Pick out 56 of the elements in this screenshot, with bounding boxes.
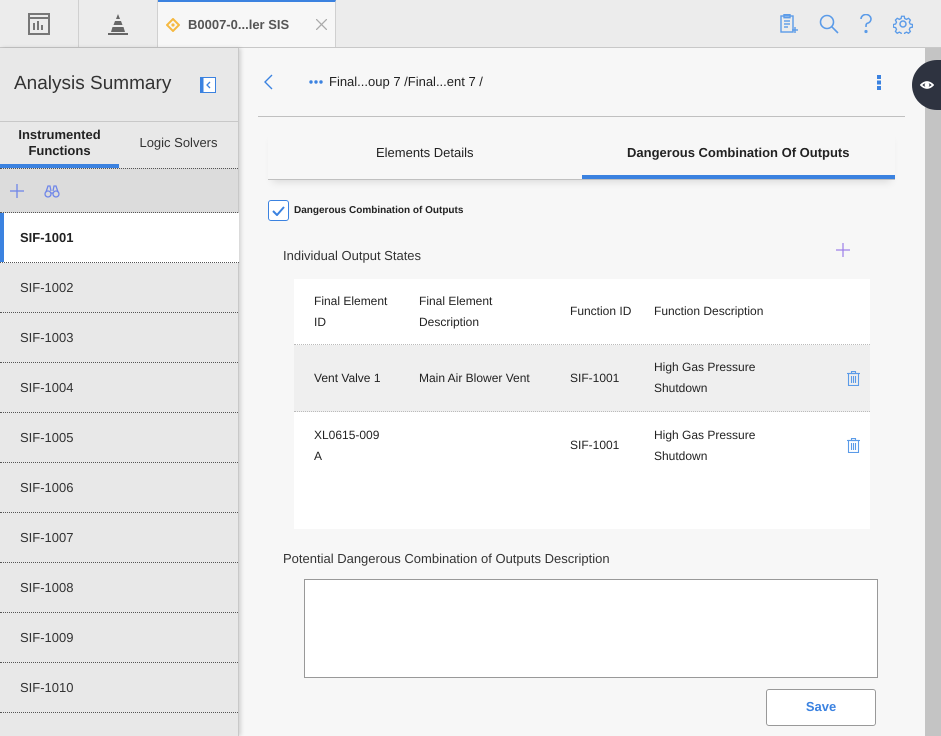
- description-field[interactable]: [304, 578, 878, 678]
- trash-icon[interactable]: [847, 370, 860, 386]
- scrollbar[interactable]: [925, 48, 941, 736]
- clipboard-add-icon[interactable]: [779, 14, 799, 34]
- panel-tab[interactable]: Logic Solvers: [119, 122, 238, 168]
- table-cell-text: High Gas Pressure Shutdown: [654, 359, 756, 397]
- back-icon[interactable]: [264, 74, 273, 90]
- list-item[interactable]: SIF-1004: [0, 363, 238, 413]
- section-title: Individual Output States: [283, 246, 422, 265]
- list-item[interactable]: SIF-1005: [0, 413, 238, 463]
- panel-title: Analysis Summary: [14, 72, 172, 96]
- table-cell-text: Main Air Blower Vent: [419, 370, 531, 386]
- kebab-menu-icon[interactable]: [877, 74, 881, 90]
- table-cell-text: High Gas Pressure Shutdown: [654, 426, 756, 464]
- table-cell-text: SIF-1001: [570, 370, 620, 386]
- diamond-icon: [166, 18, 180, 32]
- close-icon[interactable]: [316, 19, 327, 30]
- search-icon[interactable]: [819, 14, 839, 34]
- list-item[interactable]: SIF-1009: [0, 613, 238, 663]
- checkbox-label: Dangerous Combination of Outputs: [294, 204, 464, 218]
- breadcrumb[interactable]: Final...oup 7 /Final...ent 7 /: [329, 72, 483, 92]
- more-icon[interactable]: [309, 80, 323, 84]
- column-header: Function ID: [570, 303, 632, 320]
- collapse-icon[interactable]: [200, 76, 216, 92]
- trash-icon[interactable]: [847, 438, 860, 453]
- checkbox[interactable]: [268, 200, 289, 221]
- binoculars-icon[interactable]: [44, 184, 60, 198]
- field-label: Potential Dangerous Combination of Outputs Description: [283, 550, 611, 568]
- view-toggle-button[interactable]: [912, 60, 941, 110]
- chart-window-icon: [28, 12, 50, 34]
- tab[interactable]: Dangerous Combination Of Outputs: [582, 130, 895, 179]
- table-cell-text: XL0615-009 A: [314, 426, 380, 464]
- tab[interactable]: Elements Details: [268, 130, 582, 179]
- save-button[interactable]: Save: [766, 688, 876, 726]
- add-icon[interactable]: [836, 243, 850, 257]
- table-cell-text: SIF-1001: [570, 437, 620, 454]
- list-item[interactable]: SIF-1008: [0, 563, 238, 613]
- settings-icon[interactable]: [893, 14, 913, 34]
- eye-icon: [920, 80, 934, 90]
- add-icon[interactable]: [10, 184, 24, 198]
- app-tab[interactable]: B0007-0...ler SIS: [158, 0, 336, 47]
- list-item[interactable]: SIF-1006: [0, 463, 238, 513]
- check-icon: [272, 206, 285, 216]
- column-header: Final Element ID: [314, 292, 388, 330]
- pyramid-icon: [107, 12, 129, 34]
- table-cell-text: Vent Valve 1: [314, 370, 382, 386]
- help-icon[interactable]: [859, 14, 873, 34]
- tab-title: B0007-0...ler SIS: [188, 16, 290, 34]
- list-item[interactable]: SIF-1001: [0, 213, 239, 263]
- list-item[interactable]: SIF-1003: [0, 313, 238, 363]
- list-item[interactable]: SIF-1010: [0, 663, 238, 713]
- column-header: Final Element Description: [419, 292, 494, 330]
- list-item[interactable]: SIF-1002: [0, 263, 238, 313]
- table-row[interactable]: Vent Valve 1 Main Air Blower Vent SIF-1001 High Gas Pressure Shutdown: [294, 345, 870, 412]
- column-header: Function Description: [654, 303, 764, 320]
- list-item[interactable]: SIF-1007: [0, 513, 238, 563]
